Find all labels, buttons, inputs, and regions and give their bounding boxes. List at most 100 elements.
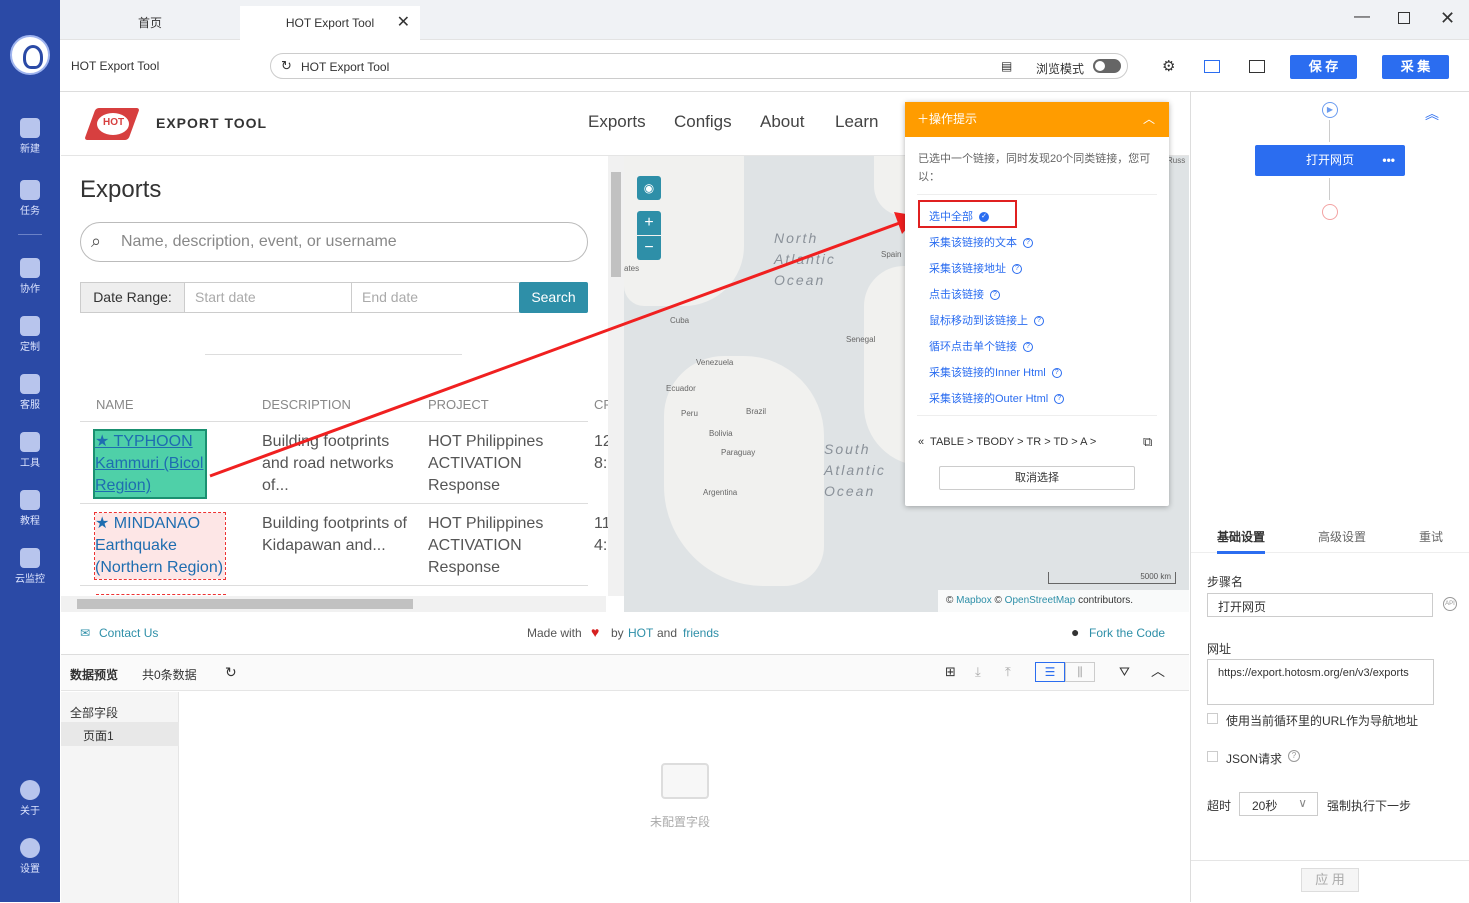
help-icon[interactable]: ?: [1034, 316, 1044, 327]
nav-exports[interactable]: Exports: [588, 112, 646, 132]
option-collect-url[interactable]: 采集该链接地址?: [929, 260, 1022, 276]
friends-link[interactable]: friends: [683, 626, 719, 640]
help-icon[interactable]: ?: [990, 290, 1000, 301]
option-click-link[interactable]: 点击该链接?: [929, 286, 1000, 302]
sidebar-item-custom[interactable]: 定制: [0, 316, 60, 353]
flow-node-open-page[interactable]: 打开网页 •••: [1255, 145, 1405, 176]
path-back-icon[interactable]: «: [918, 436, 924, 448]
list-view-icon[interactable]: ☰: [1035, 662, 1065, 682]
zoom-in-button[interactable]: +: [637, 211, 661, 235]
option-hover-link[interactable]: 鼠标移动到该链接上?: [929, 312, 1044, 328]
sidebar-item-tools[interactable]: 工具: [0, 432, 60, 469]
fork-link[interactable]: Fork the Code: [1089, 626, 1165, 640]
tab-hot-export[interactable]: HOT Export Tool ✕: [240, 6, 420, 40]
use-loop-url-checkbox[interactable]: [1207, 713, 1218, 724]
api-icon[interactable]: API: [1443, 597, 1457, 611]
horizontal-scrollbar[interactable]: [61, 596, 606, 612]
globe-icon[interactable]: ◉: [637, 176, 661, 200]
layout-icon[interactable]: [1204, 60, 1220, 73]
url-input[interactable]: ↻ HOT Export Tool ▤ 浏览模式: [270, 53, 1128, 79]
help-icon[interactable]: ?: [1012, 264, 1022, 275]
export-name-link[interactable]: ★ TYPHOON Kammuri (Bicol Region): [93, 429, 207, 499]
save-button[interactable]: 保 存: [1290, 55, 1357, 79]
tab-advanced-settings[interactable]: 高级设置: [1318, 528, 1366, 545]
scrollbar-thumb[interactable]: [611, 172, 621, 277]
tab-home[interactable]: 首页: [60, 6, 240, 40]
window-layout-icon[interactable]: [1249, 60, 1265, 73]
zoom-out-button[interactable]: −: [637, 236, 661, 260]
mail-icon: ✉: [80, 626, 91, 640]
column-view-icon[interactable]: ⫼: [1065, 662, 1095, 682]
url-textarea[interactable]: https://export.hotosm.org/en/v3/exports: [1207, 659, 1434, 705]
path-item[interactable]: TR: [1026, 436, 1041, 448]
more-icon[interactable]: •••: [1382, 145, 1395, 176]
download-icon[interactable]: ⤓: [975, 664, 981, 680]
upload-icon[interactable]: ⤒: [1005, 664, 1011, 680]
minimize-icon[interactable]: —: [1354, 8, 1370, 26]
tab-basic-settings[interactable]: 基础设置: [1217, 528, 1266, 554]
settings-gear-icon[interactable]: ⚙: [1162, 57, 1175, 75]
search-input[interactable]: ⌕ Name, description, event, or username: [80, 222, 588, 262]
mapbox-link[interactable]: Mapbox: [956, 595, 992, 606]
sidebar-item-cloud[interactable]: 云监控: [0, 548, 60, 585]
start-date-input[interactable]: Start date: [184, 282, 352, 313]
help-icon[interactable]: ?: [1023, 238, 1033, 249]
sidebar-item-support[interactable]: 客服: [0, 374, 60, 411]
vertical-scrollbar[interactable]: [608, 156, 624, 596]
json-request-checkbox[interactable]: [1207, 751, 1218, 762]
contact-link[interactable]: Contact Us: [99, 626, 158, 640]
export-name-link[interactable]: ★ MINDANAO Earthquake (Northern Region): [94, 512, 226, 580]
sidebar-item-new[interactable]: 新建: [0, 118, 60, 155]
cancel-selection-button[interactable]: 取消选择: [939, 466, 1135, 490]
sidebar-item-settings[interactable]: 设置: [0, 838, 60, 875]
page-info-icon[interactable]: ▤: [1001, 59, 1012, 73]
close-icon[interactable]: ✕: [397, 6, 410, 40]
sidebar-item-collab[interactable]: 协作: [0, 258, 60, 295]
option-inner-html[interactable]: 采集该链接的Inner Html?: [929, 364, 1062, 380]
collapse-panel-icon[interactable]: ︿: [1151, 661, 1165, 681]
option-collect-text[interactable]: 采集该链接的文本?: [929, 234, 1033, 250]
step-name-input[interactable]: 打开网页: [1207, 593, 1433, 617]
hot-link[interactable]: HOT: [628, 626, 653, 640]
nav-configs[interactable]: Configs: [674, 112, 732, 132]
help-icon[interactable]: ?: [1288, 750, 1300, 762]
site-logo-text: EXPORT TOOL: [156, 115, 268, 131]
sidebar-item-about[interactable]: 关于: [0, 780, 60, 817]
path-item[interactable]: TD: [1053, 436, 1068, 448]
nav-about[interactable]: About: [760, 112, 804, 132]
help-icon[interactable]: ?: [1054, 394, 1065, 405]
search-button[interactable]: Search: [519, 282, 588, 313]
sidebar-item-tutorial[interactable]: 教程: [0, 490, 60, 527]
apply-button[interactable]: 应 用: [1301, 868, 1359, 892]
option-outer-html[interactable]: 采集该链接的Outer Html?: [929, 390, 1065, 406]
collect-button[interactable]: 采 集: [1382, 55, 1449, 79]
add-field-icon[interactable]: ⊞: [945, 664, 956, 680]
option-select-all[interactable]: 选中全部 ✓: [929, 208, 989, 224]
path-item[interactable]: TBODY: [976, 436, 1014, 448]
option-loop-click[interactable]: 循环点击单个链接?: [929, 338, 1033, 354]
tab-retry[interactable]: 重试: [1419, 528, 1443, 545]
timeout-select[interactable]: 20秒 ∨: [1239, 792, 1318, 816]
page1-item[interactable]: 页面1: [61, 722, 179, 746]
osm-link[interactable]: OpenStreetMap: [1005, 595, 1076, 606]
path-item[interactable]: A: [1080, 436, 1087, 448]
app-logo[interactable]: [10, 35, 50, 75]
refresh-icon[interactable]: ↻: [225, 664, 237, 681]
nav-learn[interactable]: Learn: [835, 112, 878, 132]
help-icon[interactable]: ?: [1023, 342, 1033, 353]
help-icon[interactable]: ?: [1051, 368, 1062, 379]
all-fields-label[interactable]: 全部字段: [70, 704, 118, 721]
scrollbar-thumb[interactable]: [77, 599, 413, 609]
window-close-icon[interactable]: ✕: [1440, 8, 1455, 29]
external-link-icon[interactable]: ⧉: [1143, 434, 1152, 450]
reload-icon[interactable]: ↻: [281, 58, 292, 74]
path-item[interactable]: TABLE: [930, 436, 964, 448]
collapse-icon[interactable]: ︿: [1143, 102, 1155, 137]
sidebar-item-task[interactable]: 任务: [0, 180, 60, 217]
hot-logo[interactable]: HOT: [82, 104, 144, 144]
browse-mode-toggle[interactable]: [1093, 59, 1121, 73]
filter-icon[interactable]: ⛛: [1119, 664, 1130, 680]
end-date-input[interactable]: End date: [351, 282, 520, 313]
collapse-up-icon[interactable]: ︽: [1425, 104, 1439, 124]
maximize-icon[interactable]: [1398, 12, 1410, 24]
